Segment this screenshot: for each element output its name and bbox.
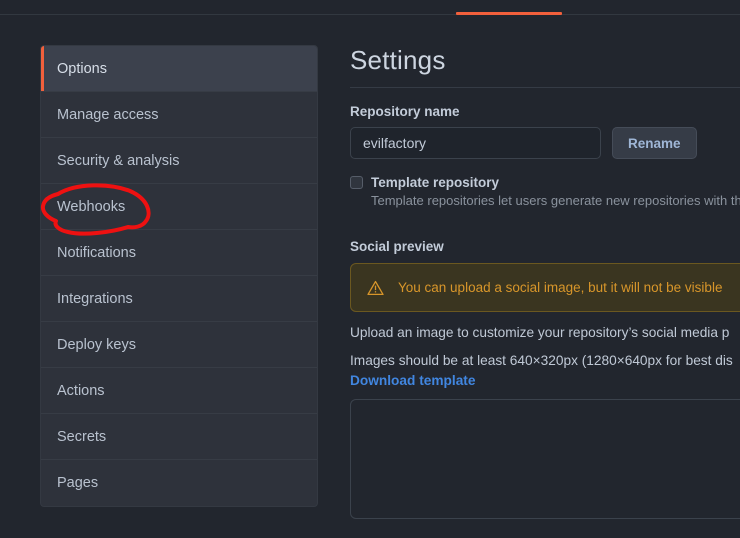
sidebar-item-notifications[interactable]: Notifications <box>41 230 317 276</box>
sidebar-item-label: Secrets <box>57 429 106 445</box>
sidebar-item-label: Pages <box>57 475 98 491</box>
sidebar-item-security-analysis[interactable]: Security & analysis <box>41 138 317 184</box>
sidebar-item-label: Deploy keys <box>57 337 136 353</box>
social-preview-label: Social preview <box>350 239 740 254</box>
template-repository-help-text: Template repositories let users generate… <box>371 193 740 208</box>
rename-button[interactable]: Rename <box>612 127 697 159</box>
warning-triangle-icon <box>367 280 384 296</box>
sidebar-item-label: Manage access <box>57 107 159 123</box>
sidebar-item-label: Notifications <box>57 245 136 261</box>
active-tab-underline <box>456 12 562 15</box>
sidebar-item-label: Options <box>57 61 107 77</box>
sidebar-item-label: Webhooks <box>57 199 125 215</box>
sidebar-item-label: Integrations <box>57 291 133 307</box>
template-repository-label: Template repository <box>371 175 499 190</box>
top-header-bar <box>0 0 740 15</box>
sidebar-item-webhooks[interactable]: Webhooks <box>41 184 317 230</box>
repository-name-input[interactable] <box>350 127 601 159</box>
settings-sidebar: Options Manage access Security & analysis W… <box>40 45 318 507</box>
repository-name-row: Rename <box>350 127 740 159</box>
social-preview-warning-banner: You can upload a social image, but it wi… <box>350 263 740 312</box>
social-preview-warning-text: You can upload a social image, but it wi… <box>398 280 722 295</box>
sidebar-item-label: Actions <box>57 383 105 399</box>
social-preview-paragraph-2: Images should be at least 640×320px (128… <box>350 353 740 368</box>
sidebar-item-integrations[interactable]: Integrations <box>41 276 317 322</box>
page-title: Settings <box>350 45 740 76</box>
template-repository-checkbox[interactable] <box>350 176 363 189</box>
title-divider <box>350 87 740 88</box>
sidebar-item-secrets[interactable]: Secrets <box>41 414 317 460</box>
social-preview-image-dropzone[interactable] <box>350 399 740 519</box>
sidebar-item-label: Security & analysis <box>57 153 180 169</box>
template-repository-row: Template repository <box>350 175 740 190</box>
sidebar-item-manage-access[interactable]: Manage access <box>41 92 317 138</box>
settings-main-panel: Settings Repository name Rename Template… <box>350 45 740 519</box>
sidebar-item-options[interactable]: Options <box>41 46 317 92</box>
repository-name-label: Repository name <box>350 104 740 119</box>
social-preview-paragraph-1: Upload an image to customize your reposi… <box>350 325 740 340</box>
sidebar-item-deploy-keys[interactable]: Deploy keys <box>41 322 317 368</box>
sidebar-item-actions[interactable]: Actions <box>41 368 317 414</box>
download-template-link[interactable]: Download template <box>350 373 740 388</box>
sidebar-item-pages[interactable]: Pages <box>41 460 317 506</box>
